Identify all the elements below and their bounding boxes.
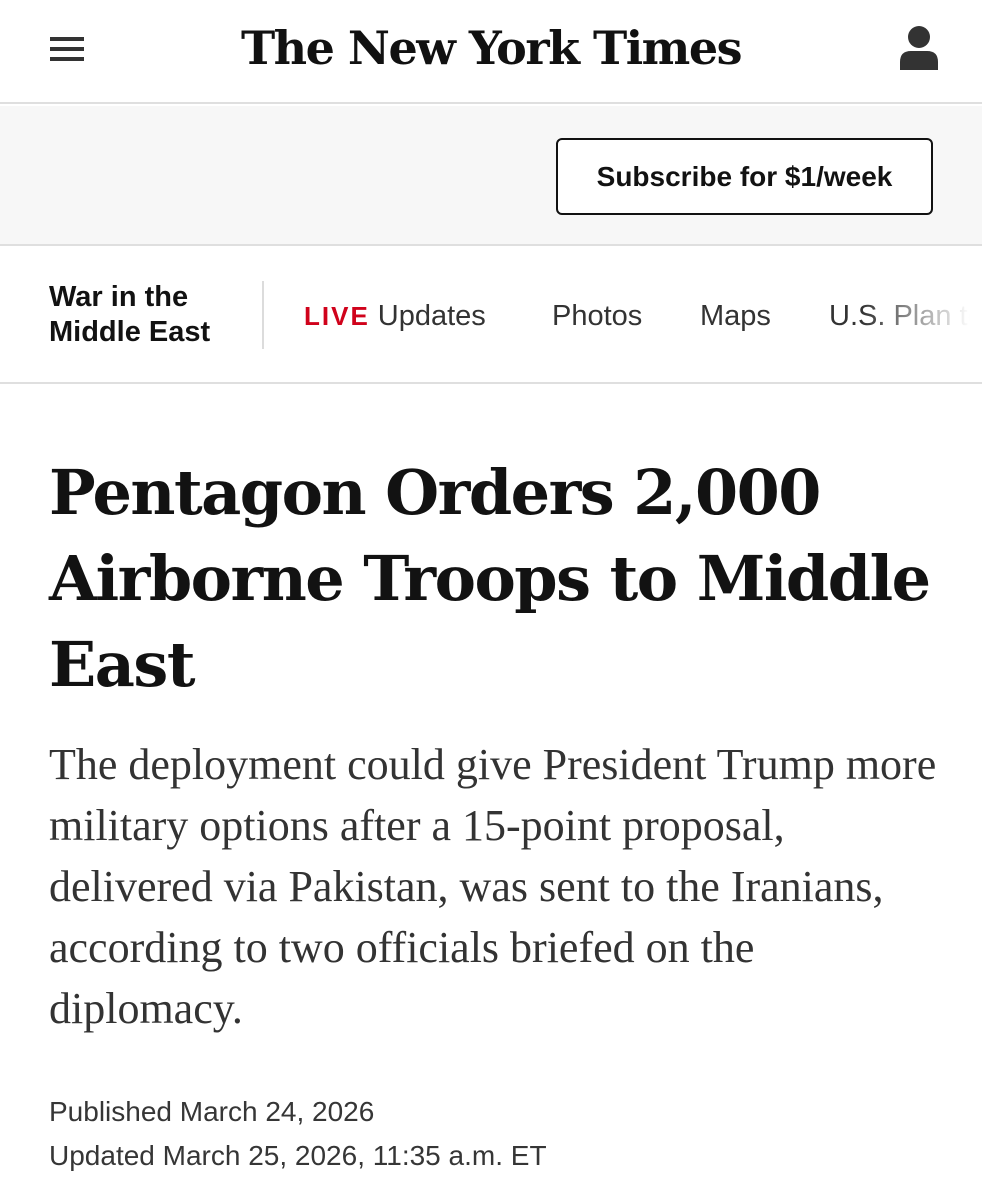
- published-date: Published March 24, 2026: [49, 1096, 375, 1127]
- subscribe-button[interactable]: Subscribe for $1/week: [556, 138, 933, 215]
- nav-item-photos[interactable]: Photos: [552, 298, 642, 334]
- masthead-logo: The New York Times: [0, 16, 982, 80]
- article-summary: The deployment could give President Trum…: [49, 740, 937, 1033]
- user-account-icon[interactable]: [897, 24, 941, 72]
- article-headline: Pentagon Orders 2,000 Airborne Troops to…: [49, 456, 931, 701]
- updated-date: Updated March 25, 2026, 11:35 a.m. ET: [49, 1140, 547, 1171]
- nav-item-live-updates[interactable]: LIVE Updates: [304, 298, 486, 334]
- top-header: The New York Times: [0, 0, 982, 104]
- section-navigation: War in the Middle East LIVE Updates Photo…: [0, 248, 982, 384]
- nav-item-label: Updates: [377, 300, 486, 332]
- live-badge: LIVE: [304, 301, 370, 331]
- section-title[interactable]: War in the Middle East: [49, 280, 249, 350]
- masthead-text[interactable]: The New York Times: [241, 21, 743, 75]
- nav-item-us-plan[interactable]: U.S. Plan to: [829, 298, 982, 334]
- hamburger-menu-icon[interactable]: [50, 36, 84, 62]
- nav-divider: [262, 281, 264, 349]
- subscription-banner: Subscribe for $1/week: [0, 106, 982, 246]
- article-timestamps: Published March 24, 2026 Updated March 2…: [49, 1090, 939, 1178]
- nav-item-maps[interactable]: Maps: [700, 298, 771, 334]
